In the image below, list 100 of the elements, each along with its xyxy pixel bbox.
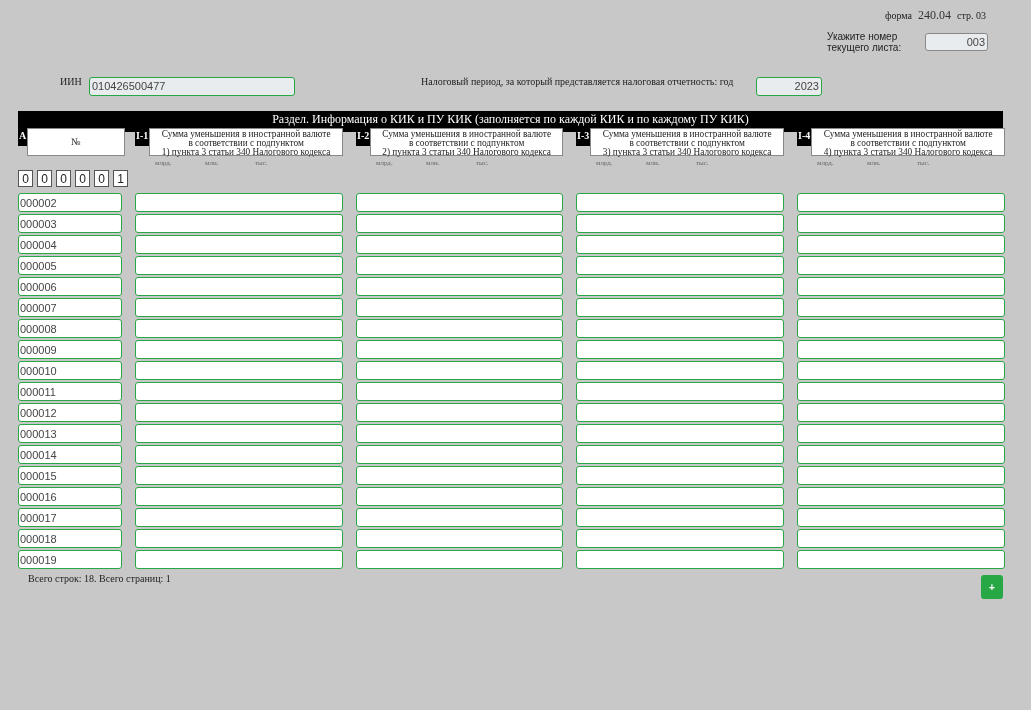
amount-field[interactable] bbox=[576, 508, 784, 527]
amount-field[interactable] bbox=[797, 319, 1005, 338]
amount-field[interactable] bbox=[356, 256, 563, 275]
amount-field[interactable] bbox=[576, 382, 784, 401]
amount-field[interactable] bbox=[356, 214, 563, 233]
amount-field[interactable] bbox=[135, 550, 343, 569]
amount-field[interactable] bbox=[135, 214, 343, 233]
row-number-field[interactable]: 000006 bbox=[18, 277, 122, 296]
amount-field[interactable] bbox=[576, 319, 784, 338]
amount-field[interactable] bbox=[576, 403, 784, 422]
row-number-field[interactable]: 000015 bbox=[18, 466, 122, 485]
amount-field[interactable] bbox=[797, 340, 1005, 359]
amount-field[interactable] bbox=[797, 193, 1005, 212]
amount-field[interactable] bbox=[576, 361, 784, 380]
amount-field[interactable] bbox=[135, 445, 343, 464]
amount-field[interactable] bbox=[576, 193, 784, 212]
digit-box: 0 bbox=[37, 170, 52, 187]
amount-field[interactable] bbox=[135, 277, 343, 296]
amount-field[interactable] bbox=[135, 235, 343, 254]
amount-field[interactable] bbox=[797, 256, 1005, 275]
row-summary: Всего строк: 18. Всего страниц: 1 bbox=[28, 573, 171, 584]
amount-field[interactable] bbox=[356, 550, 563, 569]
row-number-field[interactable]: 000016 bbox=[18, 487, 122, 506]
amount-field[interactable] bbox=[797, 277, 1005, 296]
row-number-field[interactable]: 000002 bbox=[18, 193, 122, 212]
amount-field[interactable] bbox=[135, 298, 343, 317]
row-number-field[interactable]: 000018 bbox=[18, 529, 122, 548]
tax-period-label: Налоговый период, за который представляется налоговая отчетность: год bbox=[421, 76, 735, 87]
amount-field[interactable] bbox=[797, 298, 1005, 317]
row-number-field[interactable]: 000019 bbox=[18, 550, 122, 569]
row-number-field[interactable]: 000009 bbox=[18, 340, 122, 359]
amount-field[interactable] bbox=[576, 529, 784, 548]
amount-field[interactable] bbox=[576, 466, 784, 485]
amount-field[interactable] bbox=[356, 445, 563, 464]
amount-field[interactable] bbox=[356, 508, 563, 527]
amount-field[interactable] bbox=[576, 550, 784, 569]
row-number-field[interactable]: 000010 bbox=[18, 361, 122, 380]
amount-field[interactable] bbox=[797, 529, 1005, 548]
amount-field[interactable] bbox=[356, 235, 563, 254]
amount-field[interactable] bbox=[797, 487, 1005, 506]
amount-field[interactable] bbox=[797, 235, 1005, 254]
amount-field[interactable] bbox=[135, 361, 343, 380]
amount-field[interactable] bbox=[576, 340, 784, 359]
amount-field[interactable] bbox=[576, 487, 784, 506]
amount-field[interactable] bbox=[576, 235, 784, 254]
column-header: № bbox=[27, 128, 125, 156]
iin-field[interactable]: 010426500477 bbox=[89, 76, 295, 96]
amount-field[interactable] bbox=[797, 466, 1005, 485]
amount-field[interactable] bbox=[135, 487, 343, 506]
amount-field[interactable] bbox=[576, 256, 784, 275]
row-number-field[interactable]: 000012 bbox=[18, 403, 122, 422]
iin-label: ИИН bbox=[60, 76, 83, 87]
amount-field[interactable] bbox=[576, 214, 784, 233]
amount-field[interactable] bbox=[135, 193, 343, 212]
amount-field[interactable] bbox=[797, 403, 1005, 422]
amount-field[interactable] bbox=[356, 277, 563, 296]
amount-field[interactable] bbox=[797, 361, 1005, 380]
sheet-number-field[interactable]: 003 bbox=[925, 33, 988, 51]
amount-field[interactable] bbox=[797, 214, 1005, 233]
amount-field[interactable] bbox=[356, 361, 563, 380]
amount-field[interactable] bbox=[576, 277, 784, 296]
column-header: Сумма уменьшения в иностранной валюте в соответствии с подпунктом 1) пункта 3 статьи 340 Налогового кодекса bbox=[149, 128, 343, 156]
row-number-field[interactable]: 000003 bbox=[18, 214, 122, 233]
row-number-field[interactable]: 000004 bbox=[18, 235, 122, 254]
amount-field[interactable] bbox=[356, 529, 563, 548]
amount-field[interactable] bbox=[135, 403, 343, 422]
amount-field[interactable] bbox=[356, 298, 563, 317]
amount-field[interactable] bbox=[356, 193, 563, 212]
amount-field[interactable] bbox=[576, 298, 784, 317]
amount-field[interactable] bbox=[797, 382, 1005, 401]
amount-field[interactable] bbox=[356, 340, 563, 359]
amount-field[interactable] bbox=[356, 382, 563, 401]
row-number-field[interactable]: 000005 bbox=[18, 256, 122, 275]
amount-field[interactable] bbox=[135, 382, 343, 401]
amount-field[interactable] bbox=[576, 445, 784, 464]
amount-field[interactable] bbox=[797, 508, 1005, 527]
row-number-field[interactable]: 000011 bbox=[18, 382, 122, 401]
amount-field[interactable] bbox=[797, 424, 1005, 443]
year-field[interactable]: 2023 bbox=[756, 76, 822, 96]
amount-field[interactable] bbox=[135, 256, 343, 275]
amount-field[interactable] bbox=[576, 424, 784, 443]
row-number-field[interactable]: 000013 bbox=[18, 424, 122, 443]
amount-field[interactable] bbox=[356, 403, 563, 422]
row-number-field[interactable]: 000014 bbox=[18, 445, 122, 464]
amount-field[interactable] bbox=[135, 424, 343, 443]
amount-field[interactable] bbox=[356, 466, 563, 485]
amount-field[interactable] bbox=[135, 319, 343, 338]
section-title-bar: Раздел. Информация о КИК и ПУ КИК (заполняется по каждой КИК и по каждому ПУ КИК) bbox=[18, 111, 1003, 128]
amount-field[interactable] bbox=[356, 424, 563, 443]
row-number-field[interactable]: 000008 bbox=[18, 319, 122, 338]
amount-field[interactable] bbox=[135, 340, 343, 359]
amount-field[interactable] bbox=[356, 487, 563, 506]
amount-field[interactable] bbox=[135, 466, 343, 485]
amount-field[interactable] bbox=[135, 529, 343, 548]
amount-field[interactable] bbox=[356, 319, 563, 338]
amount-field[interactable] bbox=[797, 550, 1005, 569]
amount-field[interactable] bbox=[797, 445, 1005, 464]
row-number-field[interactable]: 000007 bbox=[18, 298, 122, 317]
amount-field[interactable] bbox=[135, 508, 343, 527]
row-number-field[interactable]: 000017 bbox=[18, 508, 122, 527]
